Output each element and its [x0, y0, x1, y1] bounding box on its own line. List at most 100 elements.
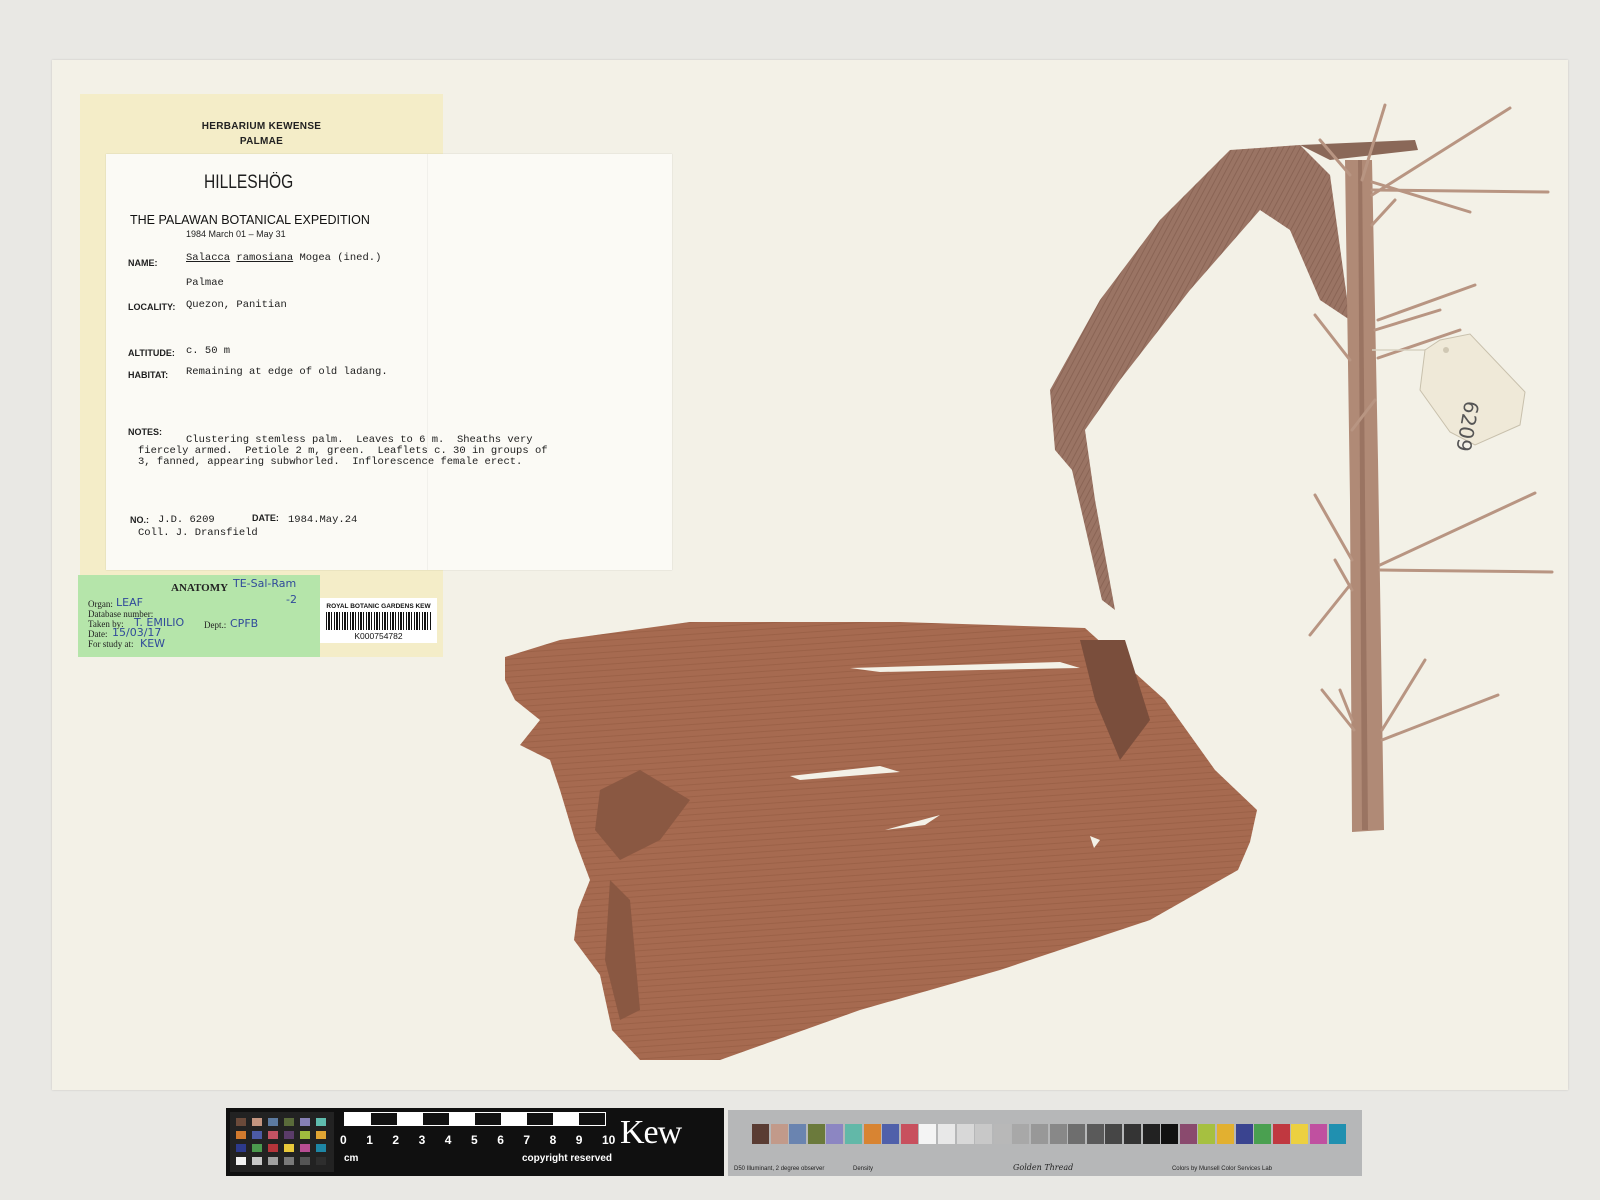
- ruler-number: 7: [523, 1133, 531, 1147]
- locality-field-label: LOCALITY:: [128, 302, 176, 312]
- gray-card-patch: [1142, 1124, 1160, 1144]
- ruler-number: 0: [340, 1133, 347, 1147]
- gray-card-patch: [1179, 1124, 1197, 1144]
- gray-card-patch: [1217, 1124, 1234, 1144]
- color-patch: [268, 1157, 278, 1165]
- number-field-label: NO.:: [130, 515, 149, 525]
- gray-card-patch: [1068, 1124, 1086, 1144]
- color-patch: [300, 1131, 310, 1139]
- taxon-author: Mogea (ined.): [299, 252, 382, 264]
- rachis: [1345, 160, 1384, 832]
- gray-card-patch: [1124, 1124, 1141, 1144]
- leaf-fragment: [505, 622, 1257, 1060]
- ruler-number: 9: [575, 1133, 583, 1147]
- barcode-institution: ROYAL BOTANIC GARDENS KEW: [326, 603, 431, 610]
- gray-card-patch: [1049, 1124, 1067, 1144]
- taxon-species: ramosiana: [236, 252, 294, 264]
- name-field-label: NAME:: [128, 258, 158, 268]
- gray-card-patch: [1086, 1124, 1104, 1144]
- gray-card-patch: [1310, 1124, 1327, 1144]
- notes-line-3: 3, fanned, appearing subwhorled. Inflore…: [138, 456, 523, 468]
- gray-card-patch: [1012, 1124, 1030, 1144]
- gray-card-patch: [919, 1124, 937, 1144]
- ruler-number: 5: [471, 1133, 478, 1147]
- color-patch: [300, 1144, 310, 1152]
- collector-logo: HILLESHÖG: [204, 172, 294, 193]
- gray-card-patch: [770, 1124, 788, 1144]
- taxon-genus: Salacca: [186, 252, 231, 264]
- gray-card-patch: [1198, 1124, 1216, 1144]
- dept-value: CPFB: [230, 617, 259, 630]
- ruler-unit: cm: [344, 1153, 359, 1164]
- gray-card-patch: [1272, 1124, 1290, 1144]
- anatomy-title: ANATOMY: [171, 582, 229, 594]
- gray-card-patch: [1161, 1124, 1179, 1144]
- herbarium-family: PALMAE: [239, 136, 284, 147]
- expedition-year: 1984: [186, 229, 207, 239]
- color-patch: [284, 1157, 294, 1165]
- colors-note: Colors by Munsell Color Services Lab: [1171, 1166, 1272, 1172]
- gray-card-patch: [845, 1124, 862, 1144]
- color-patch: [316, 1118, 326, 1126]
- barcode-number: K000754782: [354, 631, 403, 641]
- expedition-dates: March 01 – May 31: [208, 229, 286, 239]
- color-checker: [230, 1112, 334, 1172]
- color-patch: [284, 1144, 294, 1152]
- ruler-number: 4: [444, 1133, 452, 1147]
- gray-card-patch: [1235, 1124, 1253, 1144]
- ruler-number: 10: [602, 1133, 616, 1147]
- color-patch: [316, 1144, 326, 1152]
- collection-number: J.D. 6209: [158, 514, 215, 526]
- gray-card-patch: [1031, 1124, 1048, 1144]
- color-patch: [300, 1118, 310, 1126]
- color-patch: [268, 1144, 278, 1152]
- gray-card-patch: [975, 1124, 993, 1144]
- color-patch: [268, 1118, 278, 1126]
- anatomy-code-suffix: -2: [286, 593, 297, 606]
- taxon-family: Palmae: [186, 277, 224, 289]
- ruler-number: 8: [549, 1133, 557, 1147]
- color-patch: [236, 1131, 246, 1139]
- collection-label: HILLESHÖG THE PALAWAN BOTANICAL EXPEDITI…: [106, 154, 672, 570]
- herbarium-name: HERBARIUM KEWENSE: [201, 121, 322, 132]
- gray-card-patch: [1105, 1124, 1123, 1144]
- scale-and-color-card: 0 1 2 3 4 5 6 7 8 9 10 cm copyright reserved Kew D…: [226, 1108, 1362, 1176]
- altitude-field-label: ALTITUDE:: [128, 348, 175, 358]
- barcode-bars: [326, 612, 431, 630]
- gray-card-patch: [1328, 1124, 1346, 1144]
- gray-card-patch: [752, 1124, 769, 1144]
- color-patch: [236, 1144, 246, 1152]
- illuminant-note: D50 Illuminant, 2 degree observer: [734, 1166, 825, 1172]
- organ-field-label: Organ:: [88, 599, 113, 609]
- anatomy-code: TE-Sal-Ram: [233, 577, 297, 590]
- golden-thread-label: Golden Thread: [1013, 1163, 1074, 1172]
- color-patch: [284, 1131, 294, 1139]
- gray-card-patch: [900, 1124, 918, 1144]
- organ-value: LEAF: [116, 596, 143, 609]
- ruler-number: 1: [366, 1133, 373, 1147]
- color-patch: [252, 1118, 262, 1126]
- collector-name: Coll. J. Dransfield: [138, 527, 258, 539]
- collection-date: 1984.May.24: [288, 514, 358, 526]
- locality-value: Quezon, Panitian: [186, 299, 287, 311]
- barcode-label: ROYAL BOTANIC GARDENS KEW K000754782: [320, 598, 437, 643]
- dept-field-label: Dept.:: [204, 620, 227, 630]
- cm-ruler: 0 1 2 3 4 5 6 7 8 9 10 cm copyright reserved Kew: [226, 1108, 724, 1176]
- anatomy-date-field-label: Date:: [88, 629, 108, 639]
- habitat-value: Remaining at edge of old ladang.: [186, 366, 388, 378]
- gray-card-patch: [938, 1124, 955, 1144]
- notes-field-label: NOTES:: [128, 427, 163, 437]
- gray-card-patch: [807, 1124, 825, 1144]
- study-field-label: For study at:: [88, 639, 134, 649]
- anatomy-label: ANATOMY TE-Sal-Ram -2 Organ: LEAF Databa…: [78, 575, 320, 657]
- expedition-title: THE PALAWAN BOTANICAL EXPEDITION: [130, 213, 370, 227]
- color-patch: [236, 1157, 246, 1165]
- kew-logo: Kew: [620, 1114, 682, 1151]
- gray-card-patch: [826, 1124, 844, 1144]
- ruler-ticks: [344, 1112, 606, 1126]
- color-patch: [268, 1131, 278, 1139]
- color-patch: [236, 1118, 246, 1126]
- gray-scale-card: D50 Illuminant, 2 degree observer Densit…: [728, 1110, 1362, 1176]
- study-value: KEW: [140, 637, 166, 650]
- color-patch: [252, 1131, 262, 1139]
